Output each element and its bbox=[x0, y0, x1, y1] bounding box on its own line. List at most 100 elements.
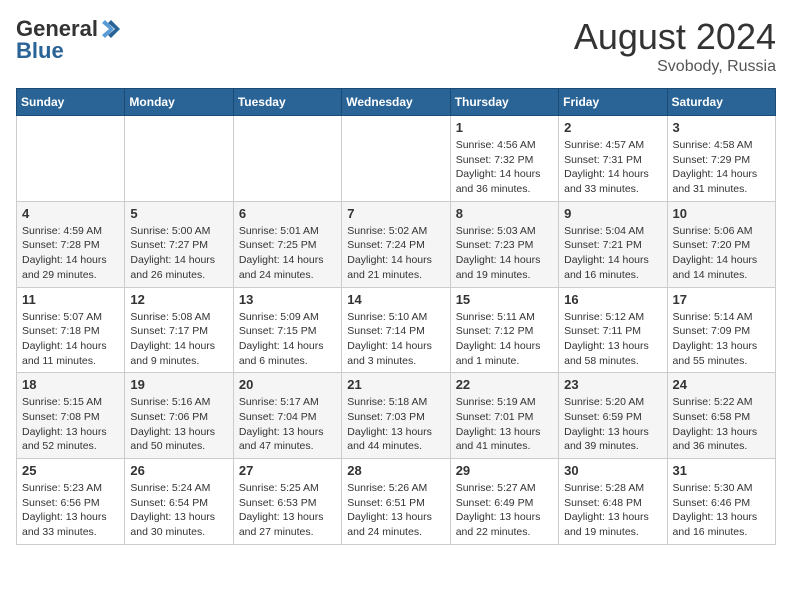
day-info: Sunrise: 5:26 AMSunset: 6:51 PMDaylight:… bbox=[347, 481, 444, 540]
day-info: Sunrise: 5:06 AMSunset: 7:20 PMDaylight:… bbox=[673, 224, 770, 283]
day-number: 9 bbox=[564, 206, 661, 221]
calendar-cell: 5 Sunrise: 5:00 AMSunset: 7:27 PMDaylight… bbox=[125, 201, 233, 287]
logo: General Blue bbox=[16, 16, 122, 64]
day-info: Sunrise: 5:19 AMSunset: 7:01 PMDaylight:… bbox=[456, 395, 553, 454]
month-title: August 2024 bbox=[574, 16, 776, 58]
calendar-cell bbox=[233, 116, 341, 202]
day-number: 18 bbox=[22, 377, 119, 392]
calendar-week-1: 1 Sunrise: 4:56 AMSunset: 7:32 PMDaylight… bbox=[17, 116, 776, 202]
title-block: August 2024 Svobody, Russia bbox=[574, 16, 776, 76]
day-info: Sunrise: 5:01 AMSunset: 7:25 PMDaylight:… bbox=[239, 224, 336, 283]
calendar-cell: 1 Sunrise: 4:56 AMSunset: 7:32 PMDaylight… bbox=[450, 116, 558, 202]
calendar-cell bbox=[125, 116, 233, 202]
calendar-week-3: 11 Sunrise: 5:07 AMSunset: 7:18 PMDayligh… bbox=[17, 287, 776, 373]
day-number: 17 bbox=[673, 292, 770, 307]
calendar-cell: 11 Sunrise: 5:07 AMSunset: 7:18 PMDayligh… bbox=[17, 287, 125, 373]
calendar-cell: 30 Sunrise: 5:28 AMSunset: 6:48 PMDayligh… bbox=[559, 459, 667, 545]
day-number: 28 bbox=[347, 463, 444, 478]
header-friday: Friday bbox=[559, 89, 667, 116]
calendar-cell: 24 Sunrise: 5:22 AMSunset: 6:58 PMDayligh… bbox=[667, 373, 775, 459]
day-number: 8 bbox=[456, 206, 553, 221]
day-number: 24 bbox=[673, 377, 770, 392]
day-number: 27 bbox=[239, 463, 336, 478]
day-info: Sunrise: 5:11 AMSunset: 7:12 PMDaylight:… bbox=[456, 310, 553, 369]
day-info: Sunrise: 5:00 AMSunset: 7:27 PMDaylight:… bbox=[130, 224, 227, 283]
day-number: 12 bbox=[130, 292, 227, 307]
day-info: Sunrise: 5:20 AMSunset: 6:59 PMDaylight:… bbox=[564, 395, 661, 454]
day-info: Sunrise: 5:24 AMSunset: 6:54 PMDaylight:… bbox=[130, 481, 227, 540]
calendar-table: Sunday Monday Tuesday Wednesday Thursday… bbox=[16, 88, 776, 545]
logo-icon bbox=[100, 18, 122, 40]
calendar-cell: 16Sunrise: 5:12 AMSunset: 7:11 PMDayligh… bbox=[559, 287, 667, 373]
day-number: 19 bbox=[130, 377, 227, 392]
day-info: Sunrise: 4:59 AMSunset: 7:28 PMDaylight:… bbox=[22, 224, 119, 283]
calendar-cell: 14 Sunrise: 5:10 AMSunset: 7:14 PMDayligh… bbox=[342, 287, 450, 373]
calendar-cell: 4 Sunrise: 4:59 AMSunset: 7:28 PMDaylight… bbox=[17, 201, 125, 287]
calendar-cell: 26 Sunrise: 5:24 AMSunset: 6:54 PMDayligh… bbox=[125, 459, 233, 545]
day-info: Sunrise: 5:09 AMSunset: 7:15 PMDaylight:… bbox=[239, 310, 336, 369]
header-saturday: Saturday bbox=[667, 89, 775, 116]
day-info: Sunrise: 4:56 AMSunset: 7:32 PMDaylight:… bbox=[456, 138, 553, 197]
day-number: 30 bbox=[564, 463, 661, 478]
day-number: 31 bbox=[673, 463, 770, 478]
day-number: 23 bbox=[564, 377, 661, 392]
header-monday: Monday bbox=[125, 89, 233, 116]
calendar-cell: 3Sunrise: 4:58 AMSunset: 7:29 PMDaylight… bbox=[667, 116, 775, 202]
day-info: Sunrise: 5:27 AMSunset: 6:49 PMDaylight:… bbox=[456, 481, 553, 540]
day-number: 7 bbox=[347, 206, 444, 221]
day-number: 14 bbox=[347, 292, 444, 307]
calendar-cell: 12Sunrise: 5:08 AMSunset: 7:17 PMDayligh… bbox=[125, 287, 233, 373]
logo-blue: Blue bbox=[16, 38, 64, 64]
day-number: 26 bbox=[130, 463, 227, 478]
day-number: 1 bbox=[456, 120, 553, 135]
calendar-cell: 9 Sunrise: 5:04 AMSunset: 7:21 PMDaylight… bbox=[559, 201, 667, 287]
day-number: 6 bbox=[239, 206, 336, 221]
day-info: Sunrise: 5:28 AMSunset: 6:48 PMDaylight:… bbox=[564, 481, 661, 540]
day-info: Sunrise: 4:57 AMSunset: 7:31 PMDaylight:… bbox=[564, 138, 661, 197]
calendar-cell: 6 Sunrise: 5:01 AMSunset: 7:25 PMDaylight… bbox=[233, 201, 341, 287]
day-info: Sunrise: 5:12 AMSunset: 7:11 PMDaylight:… bbox=[564, 310, 661, 369]
calendar-cell: 15 Sunrise: 5:11 AMSunset: 7:12 PMDayligh… bbox=[450, 287, 558, 373]
day-number: 11 bbox=[22, 292, 119, 307]
day-info: Sunrise: 5:04 AMSunset: 7:21 PMDaylight:… bbox=[564, 224, 661, 283]
day-info: Sunrise: 5:18 AMSunset: 7:03 PMDaylight:… bbox=[347, 395, 444, 454]
calendar-cell bbox=[342, 116, 450, 202]
calendar-cell: 20Sunrise: 5:17 AMSunset: 7:04 PMDayligh… bbox=[233, 373, 341, 459]
calendar-week-2: 4 Sunrise: 4:59 AMSunset: 7:28 PMDaylight… bbox=[17, 201, 776, 287]
calendar-cell: 2 Sunrise: 4:57 AMSunset: 7:31 PMDaylight… bbox=[559, 116, 667, 202]
calendar-cell: 25 Sunrise: 5:23 AMSunset: 6:56 PMDayligh… bbox=[17, 459, 125, 545]
day-number: 29 bbox=[456, 463, 553, 478]
page-header: General Blue August 2024 Svobody, Russia bbox=[16, 16, 776, 76]
calendar-cell: 21 Sunrise: 5:18 AMSunset: 7:03 PMDayligh… bbox=[342, 373, 450, 459]
day-number: 10 bbox=[673, 206, 770, 221]
day-number: 13 bbox=[239, 292, 336, 307]
calendar-cell: 10 Sunrise: 5:06 AMSunset: 7:20 PMDayligh… bbox=[667, 201, 775, 287]
calendar-cell: 19Sunrise: 5:16 AMSunset: 7:06 PMDayligh… bbox=[125, 373, 233, 459]
day-number: 15 bbox=[456, 292, 553, 307]
day-number: 20 bbox=[239, 377, 336, 392]
day-number: 25 bbox=[22, 463, 119, 478]
day-info: Sunrise: 5:07 AMSunset: 7:18 PMDaylight:… bbox=[22, 310, 119, 369]
subtitle: Svobody, Russia bbox=[574, 58, 776, 76]
day-number: 21 bbox=[347, 377, 444, 392]
day-info: Sunrise: 4:58 AMSunset: 7:29 PMDaylight:… bbox=[673, 138, 770, 197]
day-number: 22 bbox=[456, 377, 553, 392]
day-info: Sunrise: 5:22 AMSunset: 6:58 PMDaylight:… bbox=[673, 395, 770, 454]
day-info: Sunrise: 5:10 AMSunset: 7:14 PMDaylight:… bbox=[347, 310, 444, 369]
day-number: 5 bbox=[130, 206, 227, 221]
day-info: Sunrise: 5:23 AMSunset: 6:56 PMDaylight:… bbox=[22, 481, 119, 540]
day-number: 4 bbox=[22, 206, 119, 221]
calendar-cell: 13 Sunrise: 5:09 AMSunset: 7:15 PMDayligh… bbox=[233, 287, 341, 373]
day-number: 2 bbox=[564, 120, 661, 135]
day-info: Sunrise: 5:03 AMSunset: 7:23 PMDaylight:… bbox=[456, 224, 553, 283]
calendar-cell: 27Sunrise: 5:25 AMSunset: 6:53 PMDayligh… bbox=[233, 459, 341, 545]
calendar-cell: 23 Sunrise: 5:20 AMSunset: 6:59 PMDayligh… bbox=[559, 373, 667, 459]
calendar-cell bbox=[17, 116, 125, 202]
day-info: Sunrise: 5:30 AMSunset: 6:46 PMDaylight:… bbox=[673, 481, 770, 540]
calendar-cell: 22 Sunrise: 5:19 AMSunset: 7:01 PMDayligh… bbox=[450, 373, 558, 459]
header-wednesday: Wednesday bbox=[342, 89, 450, 116]
calendar-cell: 31 Sunrise: 5:30 AMSunset: 6:46 PMDayligh… bbox=[667, 459, 775, 545]
calendar-cell: 8 Sunrise: 5:03 AMSunset: 7:23 PMDaylight… bbox=[450, 201, 558, 287]
day-info: Sunrise: 5:15 AMSunset: 7:08 PMDaylight:… bbox=[22, 395, 119, 454]
header-sunday: Sunday bbox=[17, 89, 125, 116]
